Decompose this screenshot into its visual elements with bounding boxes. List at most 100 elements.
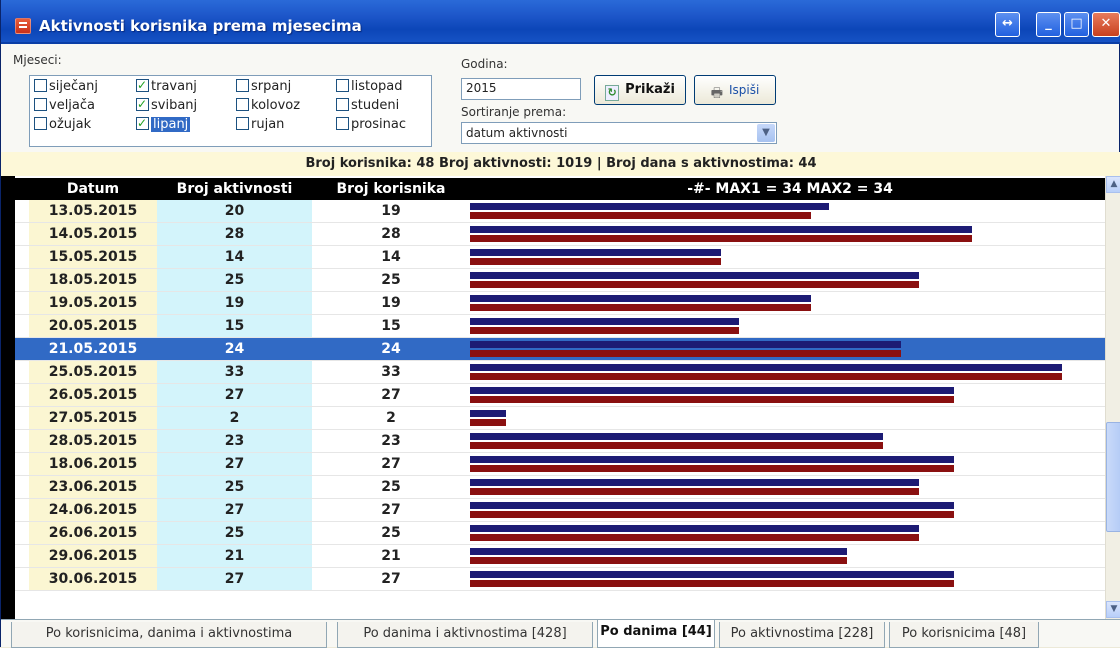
print-button[interactable]: 🖶 Ispiši (694, 75, 776, 105)
table-row[interactable]: 30.06.2015 27 27 (15, 568, 1105, 591)
month-label: rujan (251, 117, 285, 132)
refresh-icon: ↻ (605, 85, 620, 101)
bar-aktivnosti (470, 456, 955, 463)
month-checkbox-0[interactable]: siječanj (34, 79, 98, 97)
header-broj-korisnika[interactable]: Broj korisnika (312, 178, 470, 200)
table-row[interactable]: 23.06.2015 25 25 (15, 476, 1105, 499)
window-title: Aktivnosti korisnika prema mjesecima (39, 17, 362, 35)
month-label: ožujak (49, 117, 92, 132)
cell-datum: 18.06.2015 (29, 453, 157, 475)
checkbox-unchecked-icon[interactable] (34, 98, 47, 111)
month-label: veljača (49, 98, 95, 113)
cell-broj-korisnika: 25 (381, 479, 401, 495)
table-row[interactable]: 25.05.2015 33 33 (15, 361, 1105, 384)
bar-aktivnosti (470, 226, 973, 233)
table-row[interactable]: 14.05.2015 28 28 (15, 223, 1105, 246)
checkbox-checked-icon[interactable] (136, 115, 149, 131)
cell-broj-korisnika: 33 (381, 364, 401, 380)
months-label: Mjeseci: (13, 53, 62, 67)
table-row[interactable]: 29.06.2015 21 21 (15, 545, 1105, 568)
table-row[interactable]: 26.05.2015 27 27 (15, 384, 1105, 407)
checkbox-unchecked-icon[interactable] (336, 79, 349, 92)
bar-aktivnosti (470, 571, 955, 578)
tab-0[interactable]: Po korisnicima, danima i aktivnostima (11, 622, 327, 648)
month-label: travanj (151, 79, 197, 94)
table-row[interactable]: 18.05.2015 25 25 (15, 269, 1105, 292)
tab-2[interactable]: Po danima [44] (597, 620, 715, 648)
grid-header: Datum Broj aktivnosti Broj korisnika -#-… (1, 178, 1105, 200)
month-checkbox-9[interactable]: listopad (336, 79, 403, 97)
month-checkbox-2[interactable]: ožujak (34, 117, 91, 135)
month-checkbox-4[interactable]: svibanj (136, 96, 198, 116)
month-checkbox-8[interactable]: rujan (236, 117, 284, 135)
header-graph[interactable]: -#- MAX1 = 34 MAX2 = 34 (470, 178, 1110, 200)
table-row[interactable]: 19.05.2015 19 19 (15, 292, 1105, 315)
bar-aktivnosti (470, 525, 919, 532)
checkbox-unchecked-icon[interactable] (236, 117, 249, 130)
cell-broj-aktivnosti: 15 (157, 315, 312, 337)
bar-korisnika (470, 235, 973, 242)
table-row[interactable]: 21.05.2015 24 24 (15, 338, 1105, 361)
header-broj-aktivnosti[interactable]: Broj aktivnosti (157, 178, 312, 200)
cell-datum: 24.06.2015 (29, 499, 157, 521)
tab-1[interactable]: Po danima i aktivnostima [428] (337, 622, 593, 648)
month-label: svibanj (151, 98, 198, 113)
table-row[interactable]: 18.06.2015 27 27 (15, 453, 1105, 476)
month-checkbox-10[interactable]: studeni (336, 98, 399, 116)
checkbox-unchecked-icon[interactable] (34, 117, 47, 130)
table-row[interactable]: 26.06.2015 25 25 (15, 522, 1105, 545)
cell-datum: 28.05.2015 (29, 430, 157, 452)
cell-broj-korisnika: 23 (381, 433, 401, 449)
scrollbar-thumb[interactable] (1106, 422, 1120, 532)
chevron-down-icon[interactable]: ▼ (757, 124, 775, 142)
sort-select-value: datum aktivnosti (466, 126, 568, 140)
month-checkbox-6[interactable]: srpanj (236, 79, 291, 97)
scroll-up-icon[interactable]: ▲ (1106, 176, 1120, 193)
month-checkbox-5[interactable]: lipanj (136, 115, 191, 135)
show-button[interactable]: ↻ Prikaži (594, 75, 686, 105)
checkbox-unchecked-icon[interactable] (34, 79, 47, 92)
checkbox-unchecked-icon[interactable] (336, 117, 349, 130)
title-bar[interactable]: Aktivnosti korisnika prema mjesecima ↔ _… (1, 0, 1120, 44)
table-row[interactable]: 20.05.2015 15 15 (15, 315, 1105, 338)
checkbox-unchecked-icon[interactable] (236, 79, 249, 92)
table-row[interactable]: 28.05.2015 23 23 (15, 430, 1105, 453)
cell-broj-korisnika: 25 (381, 272, 401, 288)
resize-arrows-icon[interactable]: ↔ (995, 12, 1020, 37)
close-button[interactable]: ✕ (1092, 12, 1120, 37)
cell-broj-aktivnosti: 19 (157, 292, 312, 314)
cell-datum: 21.05.2015 (29, 338, 157, 360)
cell-datum: 23.06.2015 (29, 476, 157, 498)
cell-broj-korisnika: 24 (381, 341, 401, 357)
vertical-scrollbar[interactable]: ▲ ▼ (1105, 176, 1120, 619)
checkbox-checked-icon[interactable] (136, 77, 149, 93)
month-checkbox-3[interactable]: travanj (136, 77, 197, 97)
table-row[interactable]: 15.05.2015 14 14 (15, 246, 1105, 269)
bar-aktivnosti (470, 249, 722, 256)
header-datum[interactable]: Datum (29, 178, 157, 200)
month-checkbox-7[interactable]: kolovoz (236, 98, 300, 116)
month-checkbox-1[interactable]: veljača (34, 98, 95, 116)
cell-broj-aktivnosti: 24 (157, 338, 312, 360)
tab-4[interactable]: Po korisnicima [48] (889, 622, 1039, 648)
cell-datum: 25.05.2015 (29, 361, 157, 383)
bar-korisnika (470, 258, 722, 265)
maximize-button[interactable]: □ (1064, 12, 1089, 37)
bar-aktivnosti (470, 364, 1063, 371)
scroll-down-icon[interactable]: ▼ (1106, 601, 1120, 618)
cell-datum: 14.05.2015 (29, 223, 157, 245)
sort-select[interactable]: datum aktivnosti ▼ (461, 122, 777, 144)
checkbox-checked-icon[interactable] (136, 96, 149, 112)
cell-broj-aktivnosti: 20 (157, 200, 312, 222)
checkbox-unchecked-icon[interactable] (336, 98, 349, 111)
table-row[interactable]: 27.05.2015 2 2 (15, 407, 1105, 430)
table-row[interactable]: 13.05.2015 20 19 (15, 200, 1105, 223)
checkbox-unchecked-icon[interactable] (236, 98, 249, 111)
cell-broj-aktivnosti: 14 (157, 246, 312, 268)
month-checkbox-11[interactable]: prosinac (336, 117, 406, 135)
minimize-button[interactable]: _ (1036, 12, 1061, 37)
table-row[interactable]: 24.06.2015 27 27 (15, 499, 1105, 522)
cell-broj-aktivnosti: 28 (157, 223, 312, 245)
tab-3[interactable]: Po aktivnostima [228] (719, 622, 885, 648)
year-input[interactable]: 2015 (461, 78, 581, 100)
